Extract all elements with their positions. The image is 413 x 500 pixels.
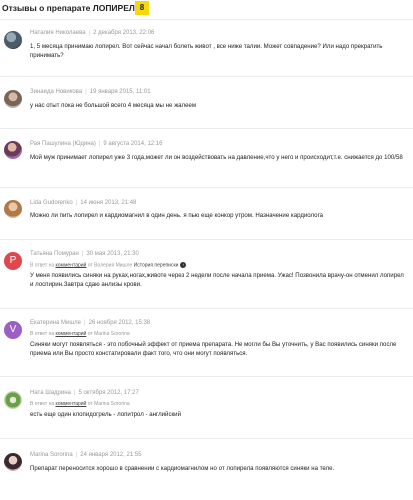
author-name[interactable]: Зинаида Новикова xyxy=(30,89,82,95)
reply-info: В ответ на комментарий от Marina Sororin… xyxy=(30,401,130,407)
review-text: Препарат переносится хорошо в сравнении … xyxy=(30,465,335,472)
review-date: 9 августа 2014, 12:16 xyxy=(103,141,163,147)
user-photo-icon[interactable] xyxy=(4,31,22,49)
author-name[interactable]: Екатерина Мишле xyxy=(30,320,81,326)
review-meta: Наталия Николаева | 2 декабря 2013, 22:06 xyxy=(30,30,155,36)
user-photo-icon[interactable] xyxy=(4,141,22,159)
author-name[interactable]: Lida Gudorenko xyxy=(30,200,73,206)
review-divider xyxy=(0,76,413,77)
review-text: у нас отыт пока не большой всего 4 месяц… xyxy=(30,102,197,109)
user-photo-icon[interactable] xyxy=(4,453,22,471)
page-title: Отзывы о препарате ЛОПИРЕЛ xyxy=(2,3,135,13)
review-date: 19 января 2015, 11:01 xyxy=(89,89,151,95)
review-date: 5 октября 2012, 17:27 xyxy=(78,390,139,396)
review-date: 14 июня 2013, 21:48 xyxy=(80,200,137,206)
history-arrow-icon[interactable]: › xyxy=(180,262,187,268)
review-text: Синяки могут появляться - это побочный э… xyxy=(30,341,397,357)
reply-author: от Marina Sororina xyxy=(87,401,130,407)
review-divider xyxy=(0,376,413,377)
avatar-letter-icon[interactable]: V xyxy=(4,321,22,339)
author-name[interactable]: Татьяна Помуран xyxy=(30,251,79,257)
reply-author: от Валерия Мишле xyxy=(87,262,133,269)
review-meta: Lida Gudorenko | 14 июня 2013, 21:48 xyxy=(30,200,137,206)
review-text: 1, 5 месяца принимаю лопирел. Вот сейчас… xyxy=(30,43,383,59)
reply-prefix: В ответ на xyxy=(30,262,55,269)
author-name[interactable]: Marina Sororina xyxy=(30,452,73,458)
review-text: есть еще один клопидогрель - лопитрол - … xyxy=(30,411,181,418)
header-divider xyxy=(0,19,413,20)
author-name[interactable]: Наталия Николаева xyxy=(30,30,86,36)
reply-prefix: В ответ на xyxy=(30,401,55,407)
page-header: Отзывы о препарате ЛОПИРЕЛ 8 xyxy=(0,0,413,18)
reply-info: В ответ на комментарий от Валерия Мишле … xyxy=(30,262,187,269)
review-text: Можно ли пить лопирел и кардиомагнил в о… xyxy=(30,212,324,219)
review-divider xyxy=(0,438,413,439)
review-meta: Татьяна Помуран | 30 мая 2013, 21:30 xyxy=(30,251,139,257)
review-text: У меня появились синяки на руках,ногах,ж… xyxy=(30,272,404,288)
review-date: 24 января 2012, 21:55 xyxy=(80,452,142,458)
review-divider xyxy=(0,128,413,129)
history-link[interactable]: История переписки xyxy=(134,262,179,268)
author-name[interactable]: Рая Пашулина (Юдина) xyxy=(30,141,96,147)
review-divider xyxy=(0,187,413,188)
review-divider xyxy=(0,239,413,240)
review-meta: Marina Sororina | 24 января 2012, 21:55 xyxy=(30,452,142,458)
reply-comment-link[interactable]: комментарий xyxy=(56,401,87,407)
review-text: Мой муж принимает лопирел уже 3 года,мож… xyxy=(30,154,403,161)
user-photo-icon[interactable] xyxy=(4,200,22,218)
review-count-badge: 8 xyxy=(135,1,149,15)
review-date: 2 декабря 2013, 22:06 xyxy=(93,30,155,36)
review-meta: Зинаида Новикова | 19 января 2015, 11:01 xyxy=(30,89,151,95)
reply-comment-link[interactable]: комментарий xyxy=(56,331,87,337)
review-meta: Рая Пашулина (Юдина) | 9 августа 2014, 12:… xyxy=(30,141,163,147)
avatar-letter-icon[interactable]: P xyxy=(4,252,22,270)
review-date: 30 мая 2013, 21:30 xyxy=(86,251,139,257)
reply-info: В ответ на комментарий от Marina Sororin… xyxy=(30,331,130,337)
review-meta: Ната Шадрина | 5 октября 2012, 17:27 xyxy=(30,390,139,396)
review-meta: Екатерина Мишле | 26 ноября 2012, 15:38 xyxy=(30,320,151,326)
reply-comment-link[interactable]: комментарий xyxy=(56,262,87,268)
review-divider xyxy=(0,308,413,309)
author-name[interactable]: Ната Шадрина xyxy=(30,390,71,396)
reply-author: от Marina Sororina xyxy=(87,331,130,337)
user-photo-icon[interactable] xyxy=(4,90,22,108)
user-photo-icon[interactable] xyxy=(4,391,22,409)
review-date: 26 ноября 2012, 15:38 xyxy=(88,320,151,326)
reply-prefix: В ответ на xyxy=(30,331,55,337)
